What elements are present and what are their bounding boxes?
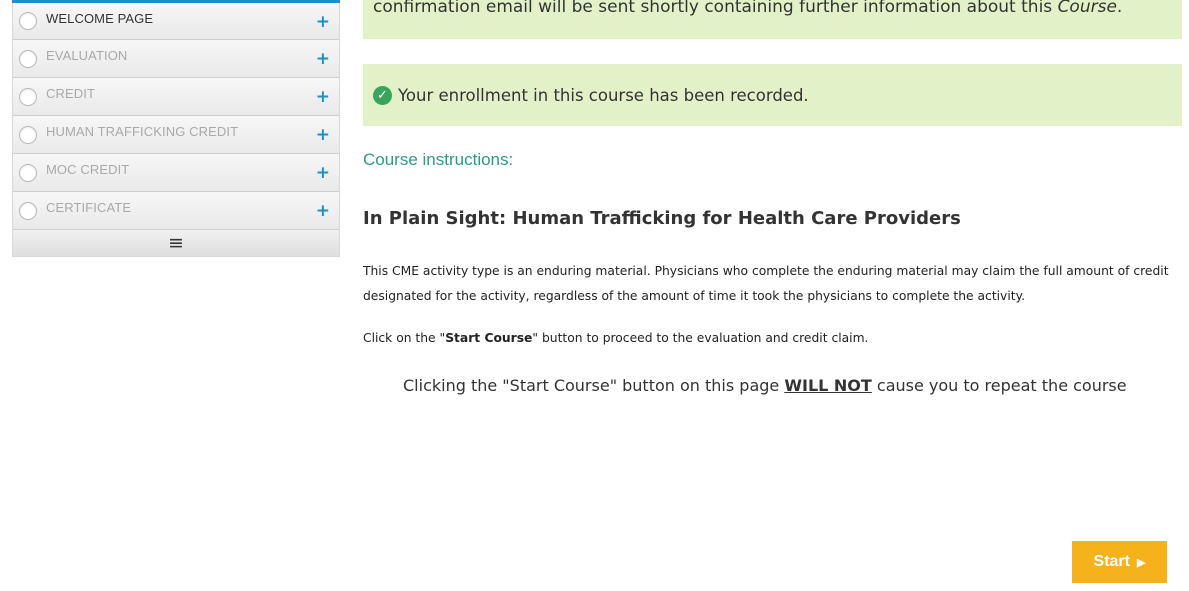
sidebar-menu-toggle[interactable]: ≡ xyxy=(12,230,340,257)
enrollment-message: Your enrollment in this course has been … xyxy=(398,85,809,105)
sidebar-item-label: CREDIT xyxy=(46,86,95,101)
sidebar-item-label: HUMAN TRAFFICKING CREDIT xyxy=(46,124,239,139)
plus-icon[interactable]: + xyxy=(316,203,330,220)
start-button[interactable]: Start ▶ xyxy=(1072,541,1167,583)
course-instructions-heading: Course instructions: xyxy=(363,150,514,169)
plus-icon[interactable]: + xyxy=(316,51,330,68)
sidebar-item-human-trafficking-credit[interactable]: HUMAN TRAFFICKING CREDIT + xyxy=(12,116,340,154)
repeat-course-warning: Clicking the "Start Course" button on th… xyxy=(403,376,1127,395)
confirmation-notice-text: confirmation email will be sent shortly … xyxy=(373,0,1123,17)
hamburger-menu-icon[interactable]: ≡ xyxy=(168,232,184,254)
start-instructions: Click on the "Start Course" button to pr… xyxy=(363,331,869,345)
sidebar-item-moc-credit[interactable]: MOC CREDIT + xyxy=(12,154,340,192)
radio-icon[interactable] xyxy=(19,163,37,182)
caret-right-icon: ▶ xyxy=(1136,556,1146,569)
plus-icon[interactable]: + xyxy=(316,14,330,31)
sidebar-item-certificate[interactable]: CERTIFICATE + xyxy=(12,192,340,230)
plus-icon[interactable]: + xyxy=(316,89,330,106)
sidebar-item-label: EVALUATION xyxy=(46,48,128,63)
course-title: In Plain Sight: Human Trafficking for He… xyxy=(363,208,961,229)
sidebar-item-welcome-page[interactable]: WELCOME PAGE + xyxy=(12,3,340,40)
check-circle-icon: ✓ xyxy=(373,85,392,105)
sidebar-item-label: MOC CREDIT xyxy=(46,162,130,177)
start-button-label: Start xyxy=(1093,553,1130,570)
radio-icon[interactable] xyxy=(19,12,37,30)
sidebar-item-label: WELCOME PAGE xyxy=(46,10,154,26)
course-description: This CME activity type is an enduring ma… xyxy=(363,264,1169,303)
sidebar-item-evaluation[interactable]: EVALUATION + xyxy=(12,40,340,78)
sidebar-item-credit[interactable]: CREDIT + xyxy=(12,78,340,116)
sidebar-nav: WELCOME PAGE + EVALUATION + CREDIT + HUM… xyxy=(12,0,340,257)
plus-icon[interactable]: + xyxy=(316,165,330,182)
enrollment-success-notice: ✓ Your enrollment in this course has bee… xyxy=(363,64,1182,126)
radio-icon[interactable] xyxy=(19,125,37,144)
plus-icon[interactable]: + xyxy=(316,127,330,144)
radio-icon[interactable] xyxy=(19,201,37,220)
radio-icon[interactable] xyxy=(19,87,37,106)
sidebar-item-label: CERTIFICATE xyxy=(46,200,132,215)
radio-icon[interactable] xyxy=(19,49,37,68)
confirmation-notice: confirmation email will be sent shortly … xyxy=(363,0,1182,39)
